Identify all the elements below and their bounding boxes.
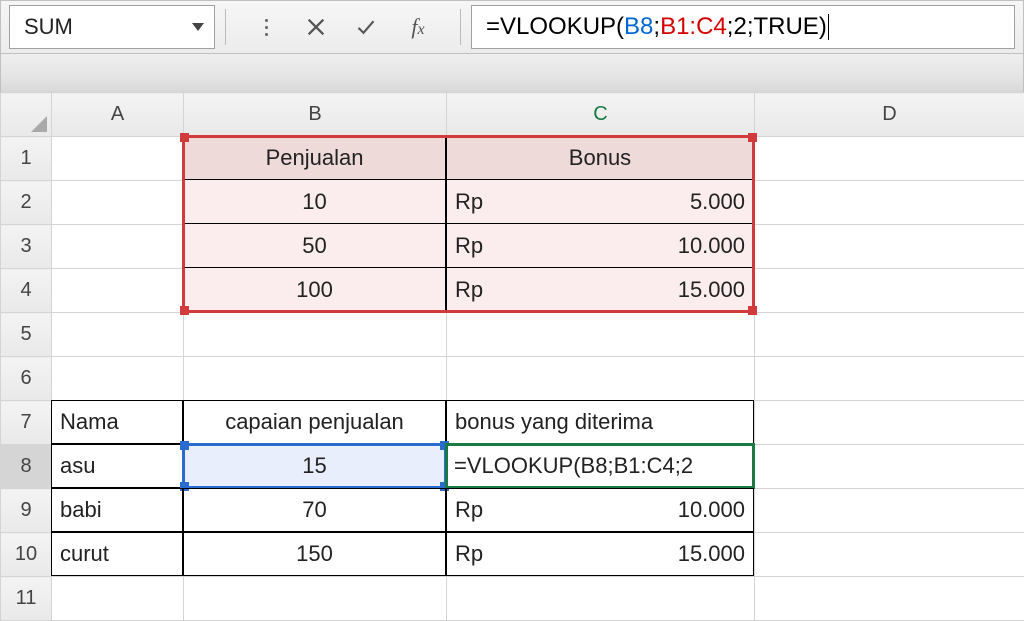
cell-b9[interactable]: 70 xyxy=(183,488,446,532)
cell-c2[interactable]: Rp5.000 xyxy=(446,180,754,224)
row-header[interactable]: 10 xyxy=(1,533,52,577)
col-header-c[interactable]: C xyxy=(447,93,755,137)
name-box[interactable]: SUM xyxy=(9,5,215,49)
formula-input[interactable]: =VLOOKUP(B8;B1:C4;2;TRUE) xyxy=(471,5,1015,49)
name-box-value: SUM xyxy=(24,14,73,40)
cell-b2[interactable]: 10 xyxy=(183,180,446,224)
spreadsheet[interactable]: A B C D 1 2 3 4 5 6 7 8 9 10 11 Penjuala… xyxy=(0,92,1024,621)
cell-b4[interactable]: 100 xyxy=(183,268,446,312)
cell-c4[interactable]: Rp15.000 xyxy=(446,268,754,312)
active-cell-c8[interactable]: =VLOOKUP(B8;B1:C4;2 xyxy=(445,443,755,489)
cell-c10[interactable]: Rp15.000 xyxy=(446,532,754,576)
row-header[interactable]: 3 xyxy=(1,225,52,269)
fx-icon[interactable]: fx xyxy=(404,14,432,40)
row-header[interactable]: 5 xyxy=(1,313,52,357)
row-header[interactable]: 7 xyxy=(1,401,52,445)
row-header[interactable]: 1 xyxy=(1,137,52,181)
ribbon-gap xyxy=(0,54,1024,92)
formula-text: =VLOOKUP( xyxy=(486,13,624,41)
cell-a9[interactable]: babi xyxy=(51,488,183,532)
row-header[interactable]: 9 xyxy=(1,489,52,533)
col-header-b[interactable]: B xyxy=(184,93,447,137)
cell-b3[interactable]: 50 xyxy=(183,224,446,268)
divider xyxy=(225,9,226,45)
cancel-icon[interactable] xyxy=(304,15,328,39)
formula-arg2: B1:C4 xyxy=(660,13,727,41)
select-all-corner[interactable] xyxy=(1,93,52,137)
col-header-d[interactable]: D xyxy=(755,93,1024,137)
row-header[interactable]: 8 xyxy=(1,445,52,489)
cell-b8-bg[interactable] xyxy=(183,444,446,488)
formula-bar-controls: fx xyxy=(236,14,450,40)
cell-a7[interactable]: Nama xyxy=(51,400,183,444)
cell-a8[interactable]: asu xyxy=(51,444,183,488)
row-header[interactable]: 6 xyxy=(1,357,52,401)
row-header[interactable]: 11 xyxy=(1,577,52,621)
cell-c7[interactable]: bonus yang diterima xyxy=(446,400,754,444)
row-header[interactable]: 2 xyxy=(1,181,52,225)
cell-c8-value: =VLOOKUP(B8;B1:C4;2 xyxy=(454,453,693,479)
confirm-icon[interactable] xyxy=(354,15,378,39)
more-icon[interactable] xyxy=(254,15,278,39)
row-header[interactable]: 4 xyxy=(1,269,52,313)
name-box-dropdown-icon[interactable] xyxy=(192,23,204,31)
cell-c3[interactable]: Rp10.000 xyxy=(446,224,754,268)
cell-c1[interactable]: Bonus xyxy=(446,136,754,180)
cell-b10[interactable]: 150 xyxy=(183,532,446,576)
text-cursor xyxy=(828,14,829,40)
cell-c9[interactable]: Rp10.000 xyxy=(446,488,754,532)
formula-arg1: B8 xyxy=(624,13,653,41)
cell-a10[interactable]: curut xyxy=(51,532,183,576)
cell-b7[interactable]: capaian penjualan xyxy=(183,400,446,444)
divider xyxy=(460,9,461,45)
cell-b1[interactable]: Penjualan xyxy=(183,136,446,180)
col-header-a[interactable]: A xyxy=(52,93,184,137)
formula-bar: SUM fx =VLOOKUP(B8;B1:C4;2;TRUE) xyxy=(0,0,1024,54)
